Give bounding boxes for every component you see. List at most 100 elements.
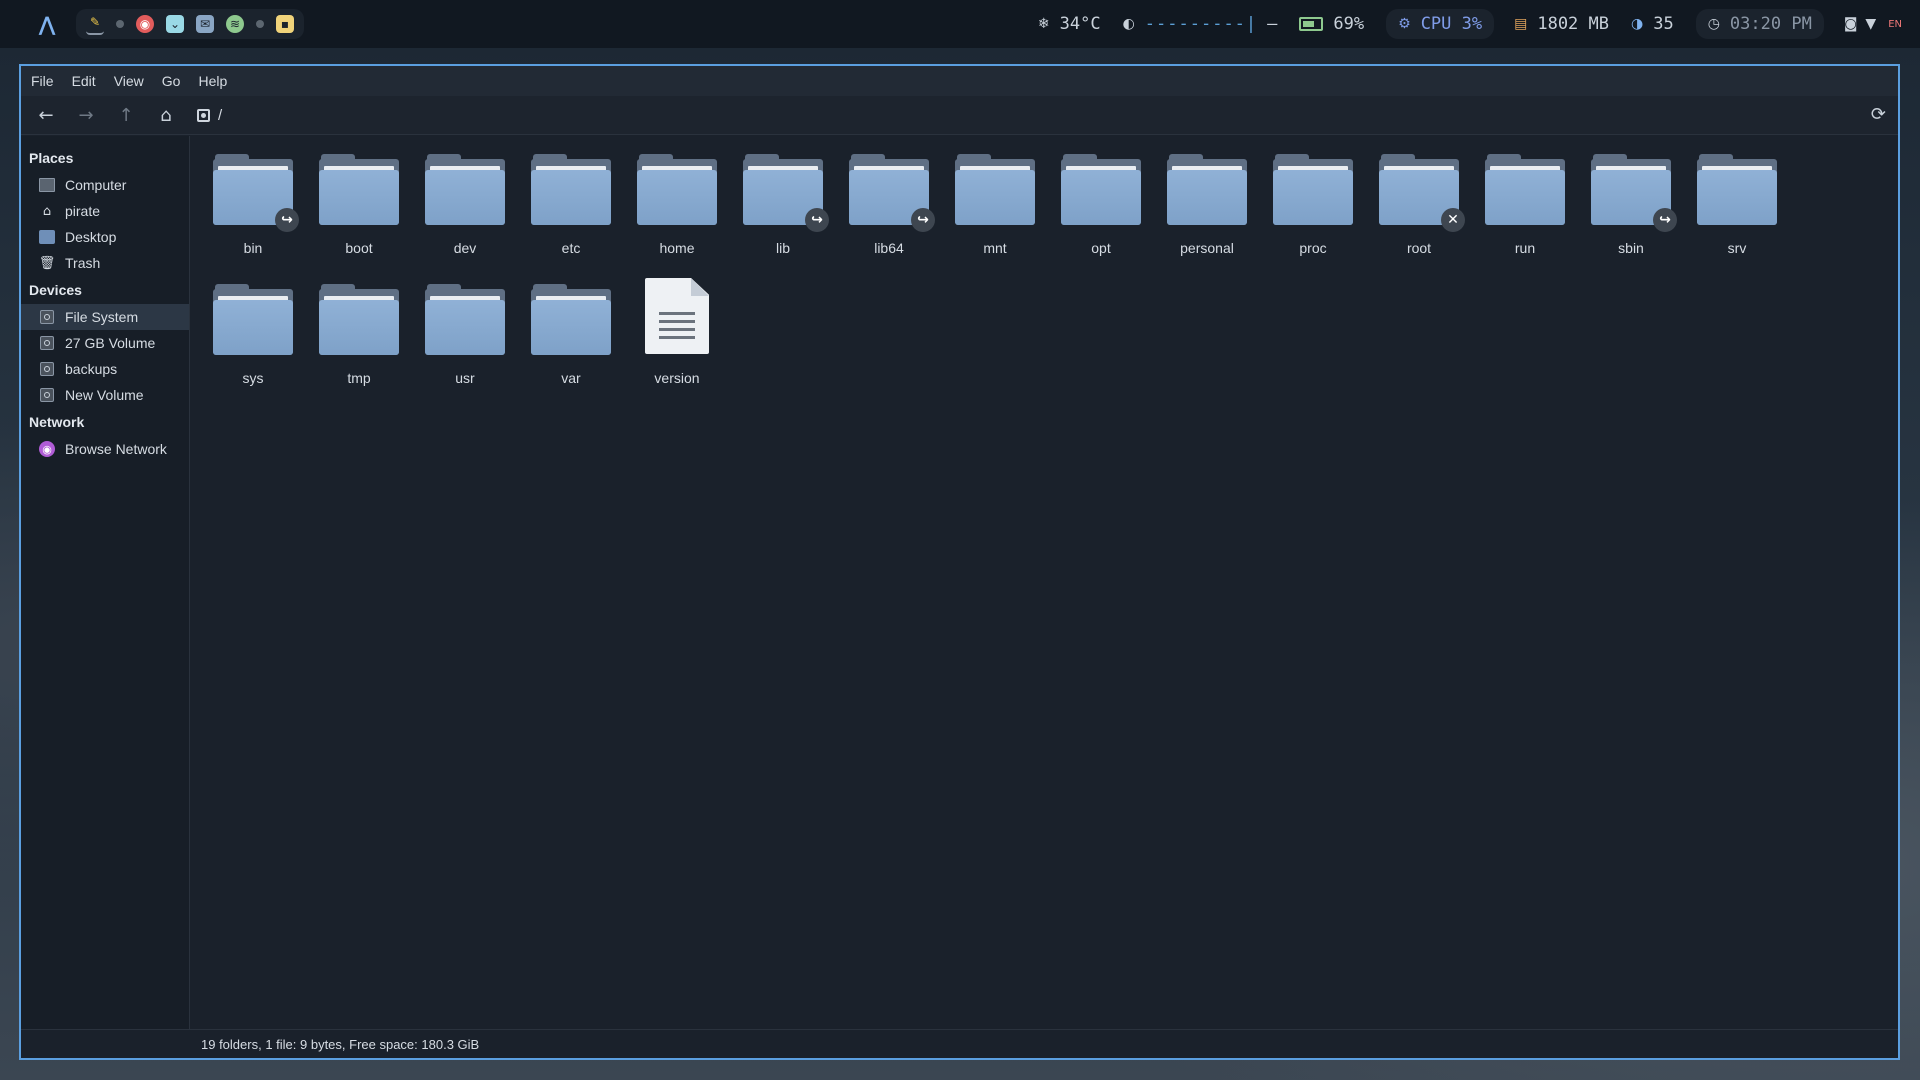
location-path[interactable]: /	[197, 107, 222, 124]
toolbar: ← → ↑ ⌂ /	[21, 96, 1898, 135]
pen-icon[interactable]: ✎	[86, 13, 104, 35]
sidebar-item-label: Desktop	[65, 229, 117, 245]
folder-item[interactable]: mnt	[942, 146, 1048, 256]
folder-icon: ↪	[213, 154, 299, 232]
brightness-widget[interactable]: ◑ 35	[1631, 14, 1674, 34]
folder-icon: ↪	[849, 154, 935, 232]
folder-item[interactable]: ↪ sbin	[1578, 146, 1684, 256]
discord-icon[interactable]: ◙	[1844, 16, 1858, 32]
folder-item[interactable]: tmp	[306, 276, 412, 386]
item-label: run	[1514, 240, 1536, 256]
folder-icon: ↪	[1591, 154, 1677, 232]
folder-item[interactable]: sys	[200, 276, 306, 386]
mail-icon[interactable]: ✉	[196, 15, 214, 33]
battery-widget: 69%	[1299, 14, 1364, 34]
spotify-icon[interactable]: ≋	[226, 15, 244, 33]
folder-item[interactable]: boot	[306, 146, 412, 256]
sidebar-item-label: backups	[65, 361, 118, 377]
sidebar-item-desktop[interactable]: Desktop	[21, 224, 189, 250]
volume-icon: ◐	[1122, 16, 1135, 32]
sidebar-item-computer[interactable]: Computer	[21, 172, 189, 198]
clock-widget[interactable]: ◷ 03:20 PM	[1695, 9, 1824, 39]
drive-icon	[197, 108, 210, 122]
symlink-emblem-icon: ↪	[275, 208, 299, 232]
menu-view[interactable]: View	[114, 73, 144, 89]
folder-item[interactable]: ✕ root	[1366, 146, 1472, 256]
menu-file[interactable]: File	[31, 73, 54, 89]
memory-icon: ▤	[1514, 16, 1528, 32]
sidebar: Places Computer ⌂ pirate Desktop 🗑︎ Tras…	[21, 136, 190, 1058]
sidebar-item-label: Browse Network	[65, 441, 167, 457]
battery-value: 69%	[1333, 14, 1365, 34]
file-grid: ↪ bin boot dev etc home ↪ lib ↪ lib64 mnt opt person…	[200, 146, 1790, 386]
folder-item[interactable]: etc	[518, 146, 624, 256]
folder-item[interactable]: personal	[1154, 146, 1260, 256]
sidebar-item-new-volume[interactable]: New Volume	[21, 382, 189, 408]
status-area: ❄ 34°C ◐ ---------| – 69% ⚙ CPU 3% ▤ 180…	[1038, 0, 1920, 48]
launcher-logo-icon[interactable]: ⋀	[32, 9, 62, 39]
sidebar-item-trash[interactable]: 🗑︎ Trash	[21, 250, 189, 276]
up-arrow-icon[interactable]: ↑	[113, 102, 139, 128]
menu-edit[interactable]: Edit	[72, 73, 96, 89]
sidebar-item-label: File System	[65, 309, 139, 325]
clock-icon: ◷	[1707, 16, 1720, 32]
folder-icon	[319, 284, 399, 355]
folder-item[interactable]: home	[624, 146, 730, 256]
item-label: usr	[455, 370, 475, 386]
item-label: lib	[775, 240, 790, 256]
app-tray: ✎ ◉ ⌄ ✉ ≋ ▪	[76, 9, 304, 39]
forward-arrow-icon[interactable]: →	[73, 102, 99, 128]
menu-go[interactable]: Go	[162, 73, 181, 89]
folder-icon	[1485, 154, 1565, 225]
symlink-emblem-icon: ↪	[805, 208, 829, 232]
status-bar: 19 folders, 1 file: 9 bytes, Free space:…	[21, 1029, 1898, 1058]
folder-item[interactable]: opt	[1048, 146, 1154, 256]
menu-bar: File Edit View Go Help	[21, 66, 1898, 96]
clock-value: 03:20 PM	[1729, 14, 1812, 34]
symlink-emblem-icon: ↪	[1653, 208, 1677, 232]
item-label: personal	[1180, 240, 1234, 256]
file-manager-window: File Edit View Go Help ← → ↑ ⌂ / ⟳ Place…	[19, 64, 1900, 1060]
battery-icon	[1299, 17, 1324, 31]
brightness-icon: ◑	[1631, 16, 1644, 32]
item-label: version	[654, 370, 700, 386]
sidebar-item-label: 27 GB Volume	[65, 335, 156, 351]
sidebar-item-home[interactable]: ⌂ pirate	[21, 198, 189, 224]
folder-item[interactable]: ↪ bin	[200, 146, 306, 256]
snowflake-icon: ❄	[1037, 16, 1050, 32]
folder-item[interactable]: srv	[1684, 146, 1790, 256]
temperature-widget: ❄ 34°C	[1038, 14, 1101, 34]
sidebar-item-backups[interactable]: backups	[21, 356, 189, 382]
pocket-icon[interactable]: ⌄	[166, 15, 184, 33]
path-text[interactable]: /	[218, 107, 222, 124]
keyboard-layout-indicator[interactable]: EN	[1888, 19, 1902, 30]
top-panel: ⋀ ✎ ◉ ⌄ ✉ ≋ ▪ ❄ 34°C ◐ ---------| – 69% …	[0, 0, 1920, 48]
sidebar-item-27gb-volume[interactable]: 27 GB Volume	[21, 330, 189, 356]
home-icon[interactable]: ⌂	[153, 102, 179, 128]
sidebar-item-browse-network[interactable]: ◉ Browse Network	[21, 436, 189, 462]
file-item[interactable]: version	[624, 276, 730, 386]
menu-help[interactable]: Help	[198, 73, 227, 89]
sidebar-item-file-system[interactable]: File System	[21, 304, 189, 330]
folder-icon	[1697, 154, 1777, 225]
computer-icon	[39, 177, 55, 193]
folder-item[interactable]: usr	[412, 276, 518, 386]
volume-widget[interactable]: ◐ ---------| –	[1123, 14, 1278, 34]
volume-bar[interactable]: ---------|	[1145, 14, 1257, 34]
folder-icon: ↪	[743, 154, 829, 232]
folder-item[interactable]: run	[1472, 146, 1578, 256]
chat-icon[interactable]: ▪	[276, 15, 294, 33]
folder-item[interactable]: var	[518, 276, 624, 386]
chrome-icon[interactable]: ◉	[136, 15, 154, 33]
item-label: etc	[561, 240, 581, 256]
desktop-icon	[39, 229, 55, 245]
sidebar-item-label: Trash	[65, 255, 101, 271]
wifi-icon[interactable]: ▼	[1865, 16, 1876, 32]
folder-item[interactable]: ↪ lib	[730, 146, 836, 256]
file-view[interactable]: ↪ bin boot dev etc home ↪ lib ↪ lib64 mnt opt person…	[190, 136, 1898, 1058]
back-arrow-icon[interactable]: ←	[33, 102, 59, 128]
folder-item[interactable]: proc	[1260, 146, 1366, 256]
folder-item[interactable]: ↪ lib64	[836, 146, 942, 256]
reload-icon[interactable]: ⟳	[1871, 104, 1886, 125]
folder-item[interactable]: dev	[412, 146, 518, 256]
